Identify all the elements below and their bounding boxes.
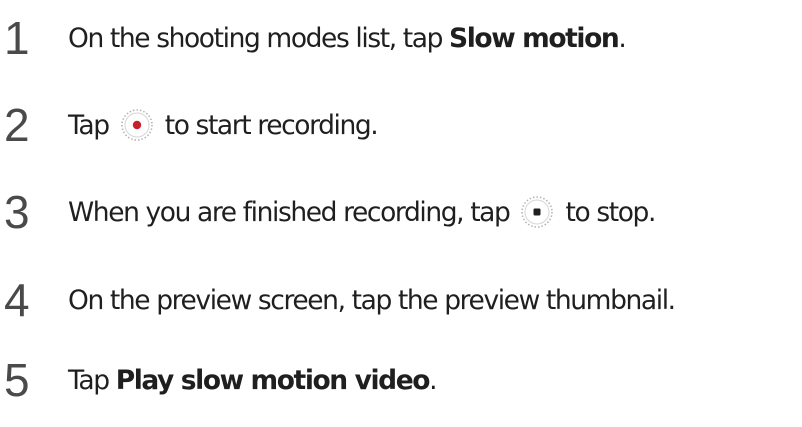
step-text-after: . bbox=[618, 22, 626, 54]
stop-button-icon bbox=[519, 194, 555, 230]
step-4: 4 On the preview screen, tap the preview… bbox=[0, 270, 802, 330]
step-5: 5 Tap Play slow motion video. bbox=[0, 350, 802, 410]
bold-term: Slow motion bbox=[449, 22, 620, 54]
step-text-before: Tap bbox=[68, 109, 116, 141]
step-text-after: to start recording. bbox=[157, 109, 379, 141]
step-text-after: to stop. bbox=[558, 196, 656, 228]
step-text-before: On the shooting modes list, tap bbox=[68, 22, 450, 54]
step-3: 3 When you are finished recording, tap t… bbox=[0, 182, 802, 242]
step-text: Tap Play slow motion video. bbox=[68, 364, 438, 396]
bold-term: Play slow motion video bbox=[115, 364, 431, 396]
step-number: 3 bbox=[4, 186, 30, 238]
record-button-icon bbox=[119, 107, 155, 143]
step-text: Tap to start recording. bbox=[68, 107, 379, 143]
step-number: 5 bbox=[4, 354, 30, 406]
step-number: 2 bbox=[4, 99, 30, 151]
step-text-before: Tap bbox=[68, 364, 116, 396]
step-text-before: When you are finished recording, tap bbox=[68, 196, 517, 228]
step-text: On the preview screen, tap the preview t… bbox=[68, 284, 676, 316]
step-2: 2 Tap to start recording. bbox=[0, 95, 802, 155]
instruction-steps: 1 On the shooting modes list, tap Slow m… bbox=[0, 0, 802, 427]
step-text: When you are finished recording, tap to … bbox=[68, 194, 656, 230]
step-number: 4 bbox=[4, 274, 30, 326]
step-text-after: . bbox=[429, 364, 437, 396]
step-text: On the shooting modes list, tap Slow mot… bbox=[68, 22, 627, 54]
step-number: 1 bbox=[4, 12, 30, 64]
step-1: 1 On the shooting modes list, tap Slow m… bbox=[0, 8, 802, 68]
